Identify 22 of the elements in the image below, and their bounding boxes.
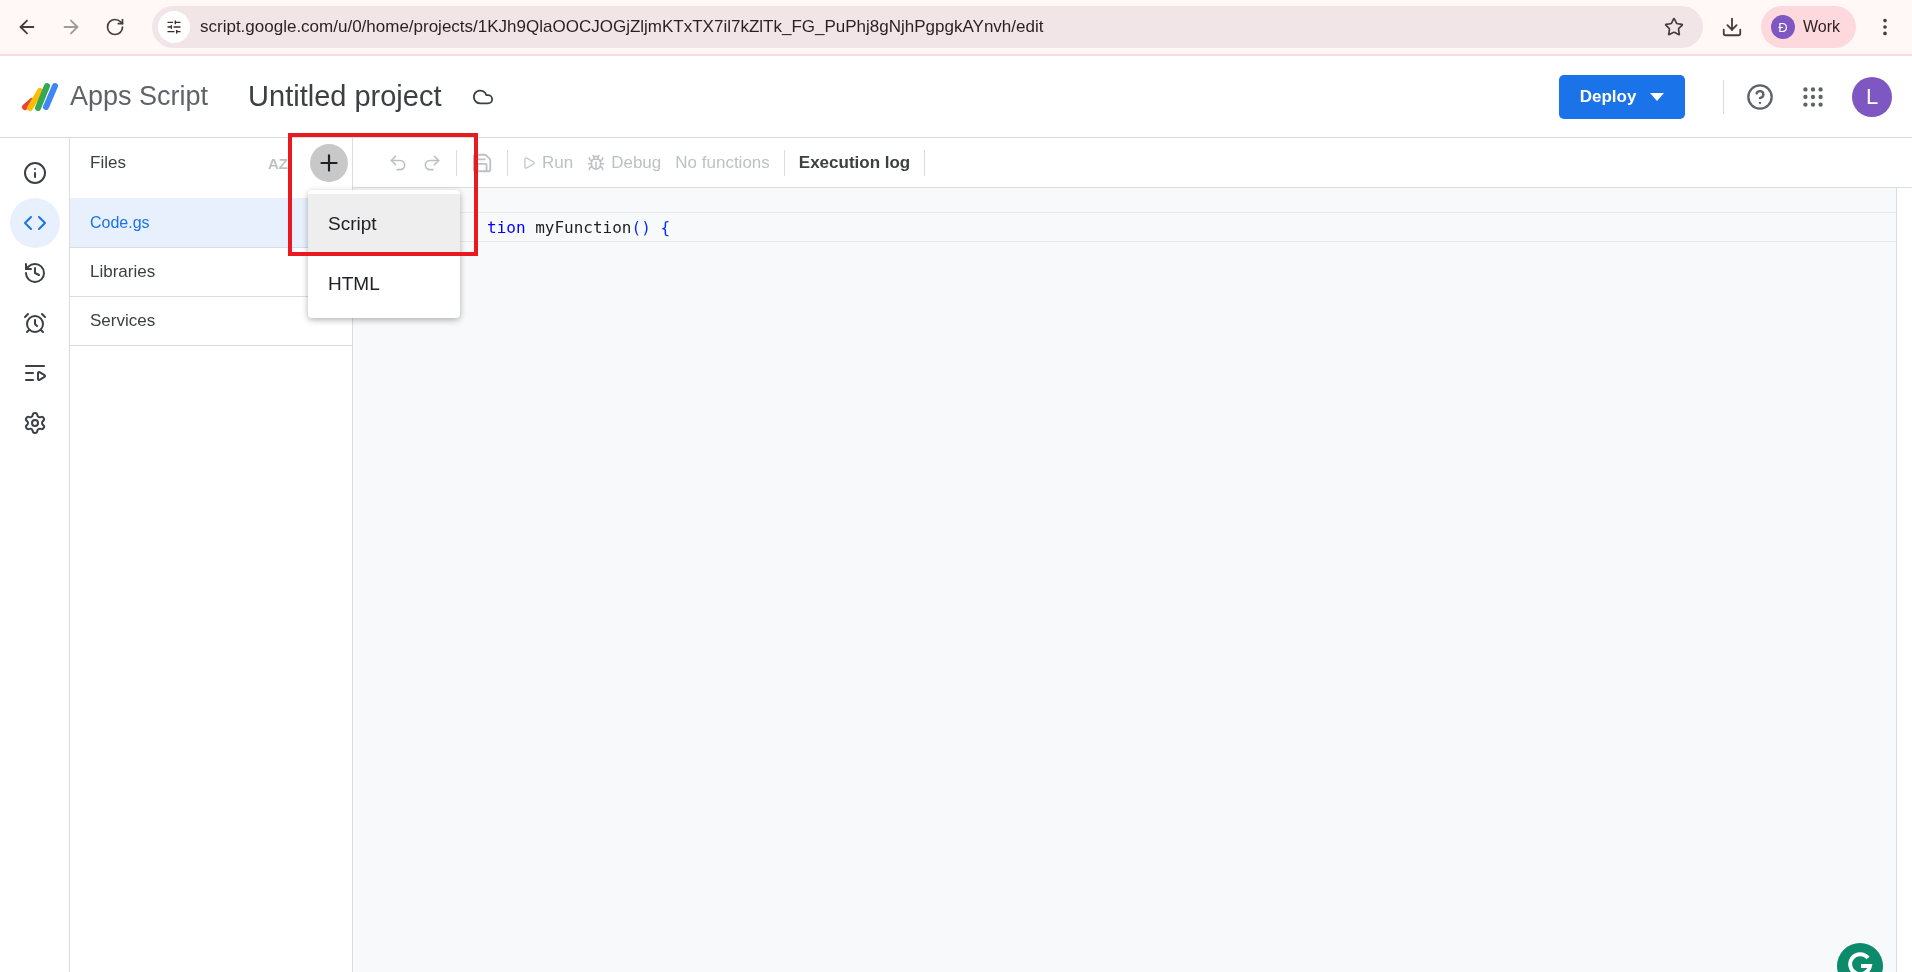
add-file-button[interactable] xyxy=(310,144,348,182)
profile-avatar: Đ xyxy=(1770,15,1795,39)
address-bar[interactable]: script.google.com/u/0/home/projects/1KJh9QlaOOCJOGjZljmKTxTX7il7kZlTk_FG_PuPhj8gNjhPgpgkAYnvh/edit xyxy=(152,6,1703,48)
menu-item[interactable]: Script xyxy=(308,194,460,254)
menu-item[interactable]: HTML xyxy=(308,254,460,314)
bug-icon xyxy=(587,153,606,172)
user-avatar[interactable]: L xyxy=(1852,76,1892,117)
apps-script-logo xyxy=(20,80,60,113)
grammarly-icon[interactable] xyxy=(1836,942,1884,972)
help-icon[interactable] xyxy=(1746,82,1774,111)
product-name: Apps Script xyxy=(70,81,209,112)
deploy-button[interactable]: Deploy xyxy=(1559,74,1685,119)
project-title[interactable]: Untitled project xyxy=(248,80,442,113)
play-icon xyxy=(522,155,536,170)
execution-log-button[interactable]: Execution log xyxy=(798,152,911,173)
save-icon[interactable] xyxy=(471,151,493,174)
files-heading: Files xyxy=(90,153,126,173)
code-icon[interactable] xyxy=(9,198,60,248)
site-settings-icon[interactable] xyxy=(158,11,190,43)
url-text: script.google.com/u/0/home/projects/1KJh9QlaOOCJOGjZljmKTxTX7il7kZlTk_FG_PuPhj8gNjhPgpgkAYnvh/edit xyxy=(200,17,1045,37)
profile-button[interactable]: Đ Work xyxy=(1760,6,1856,48)
caret-icon xyxy=(1650,92,1665,101)
